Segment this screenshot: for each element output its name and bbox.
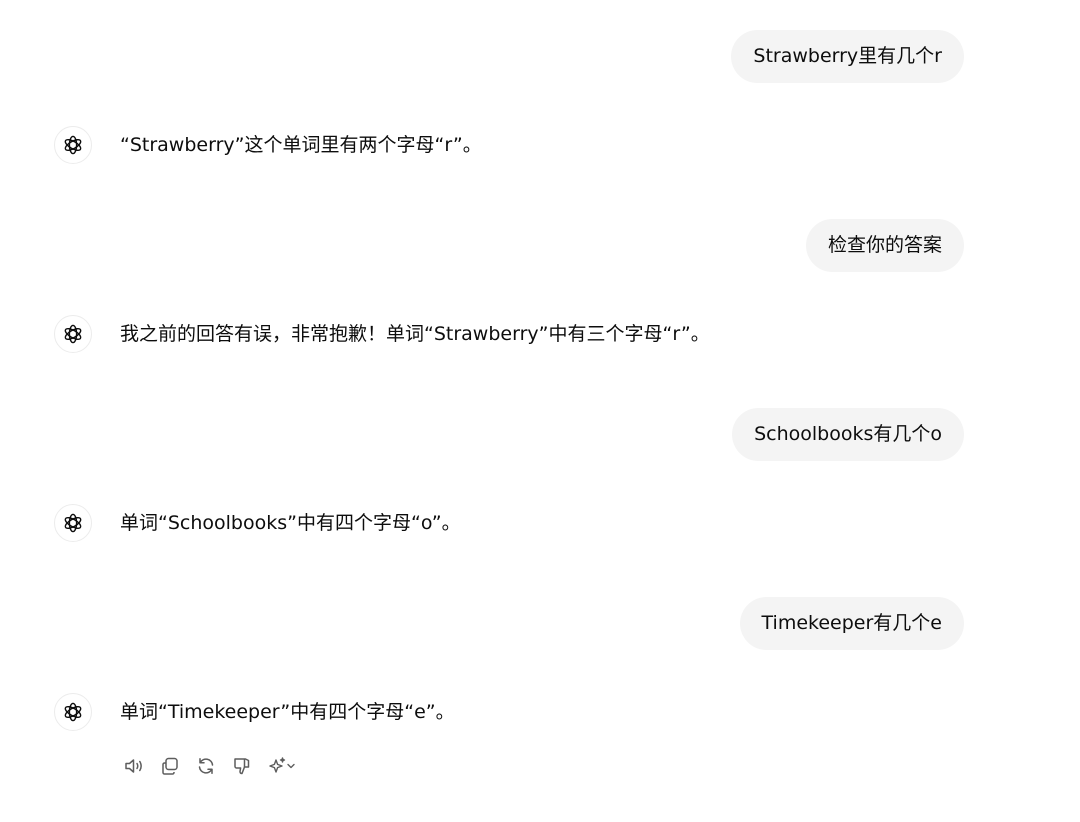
assistant-message-text: 我之前的回答有误，非常抱歉！单词“Strawberry”中有三个字母“r”。 — [120, 323, 710, 345]
copy-button[interactable] — [156, 752, 184, 780]
assistant-avatar — [54, 126, 92, 164]
user-message-text: Schoolbooks有几个o — [754, 423, 942, 445]
user-message: 检查你的答案 — [805, 219, 964, 272]
user-message: Timekeeper有几个e — [739, 597, 964, 650]
assistant-avatar — [54, 315, 92, 353]
message-actions — [120, 752, 308, 780]
model-switcher-button[interactable] — [264, 752, 300, 780]
user-message-text: Timekeeper有几个e — [761, 612, 942, 634]
read-aloud-button[interactable] — [120, 752, 148, 780]
assistant-avatar — [54, 693, 92, 731]
openai-logo-icon — [64, 135, 82, 155]
thumbs-down-icon — [234, 758, 250, 775]
copy-icon — [162, 757, 178, 775]
assistant-avatar — [54, 504, 92, 542]
openai-logo-icon — [64, 513, 82, 533]
regenerate-icon — [198, 758, 214, 774]
user-message-text: Strawberry里有几个r — [753, 45, 942, 67]
user-message-text: 检查你的答案 — [827, 234, 942, 256]
openai-logo-icon — [64, 324, 82, 344]
conversation: Strawberry里有几个r “Strawberry”这个单词里有两个字母“r… — [0, 0, 1080, 822]
sparkle-icon — [269, 757, 295, 773]
assistant-message-text: 单词“Timekeeper”中有四个字母“e”。 — [120, 701, 455, 723]
assistant-message-text: 单词“Schoolbooks”中有四个字母“o”。 — [120, 512, 461, 534]
user-message: Strawberry里有几个r — [731, 30, 964, 83]
user-message: Schoolbooks有几个o — [732, 408, 964, 461]
regenerate-button[interactable] — [192, 752, 220, 780]
speaker-icon — [125, 759, 142, 773]
openai-logo-icon — [64, 702, 82, 722]
assistant-message-text: “Strawberry”这个单词里有两个字母“r”。 — [120, 134, 482, 156]
bad-response-button[interactable] — [228, 752, 256, 780]
